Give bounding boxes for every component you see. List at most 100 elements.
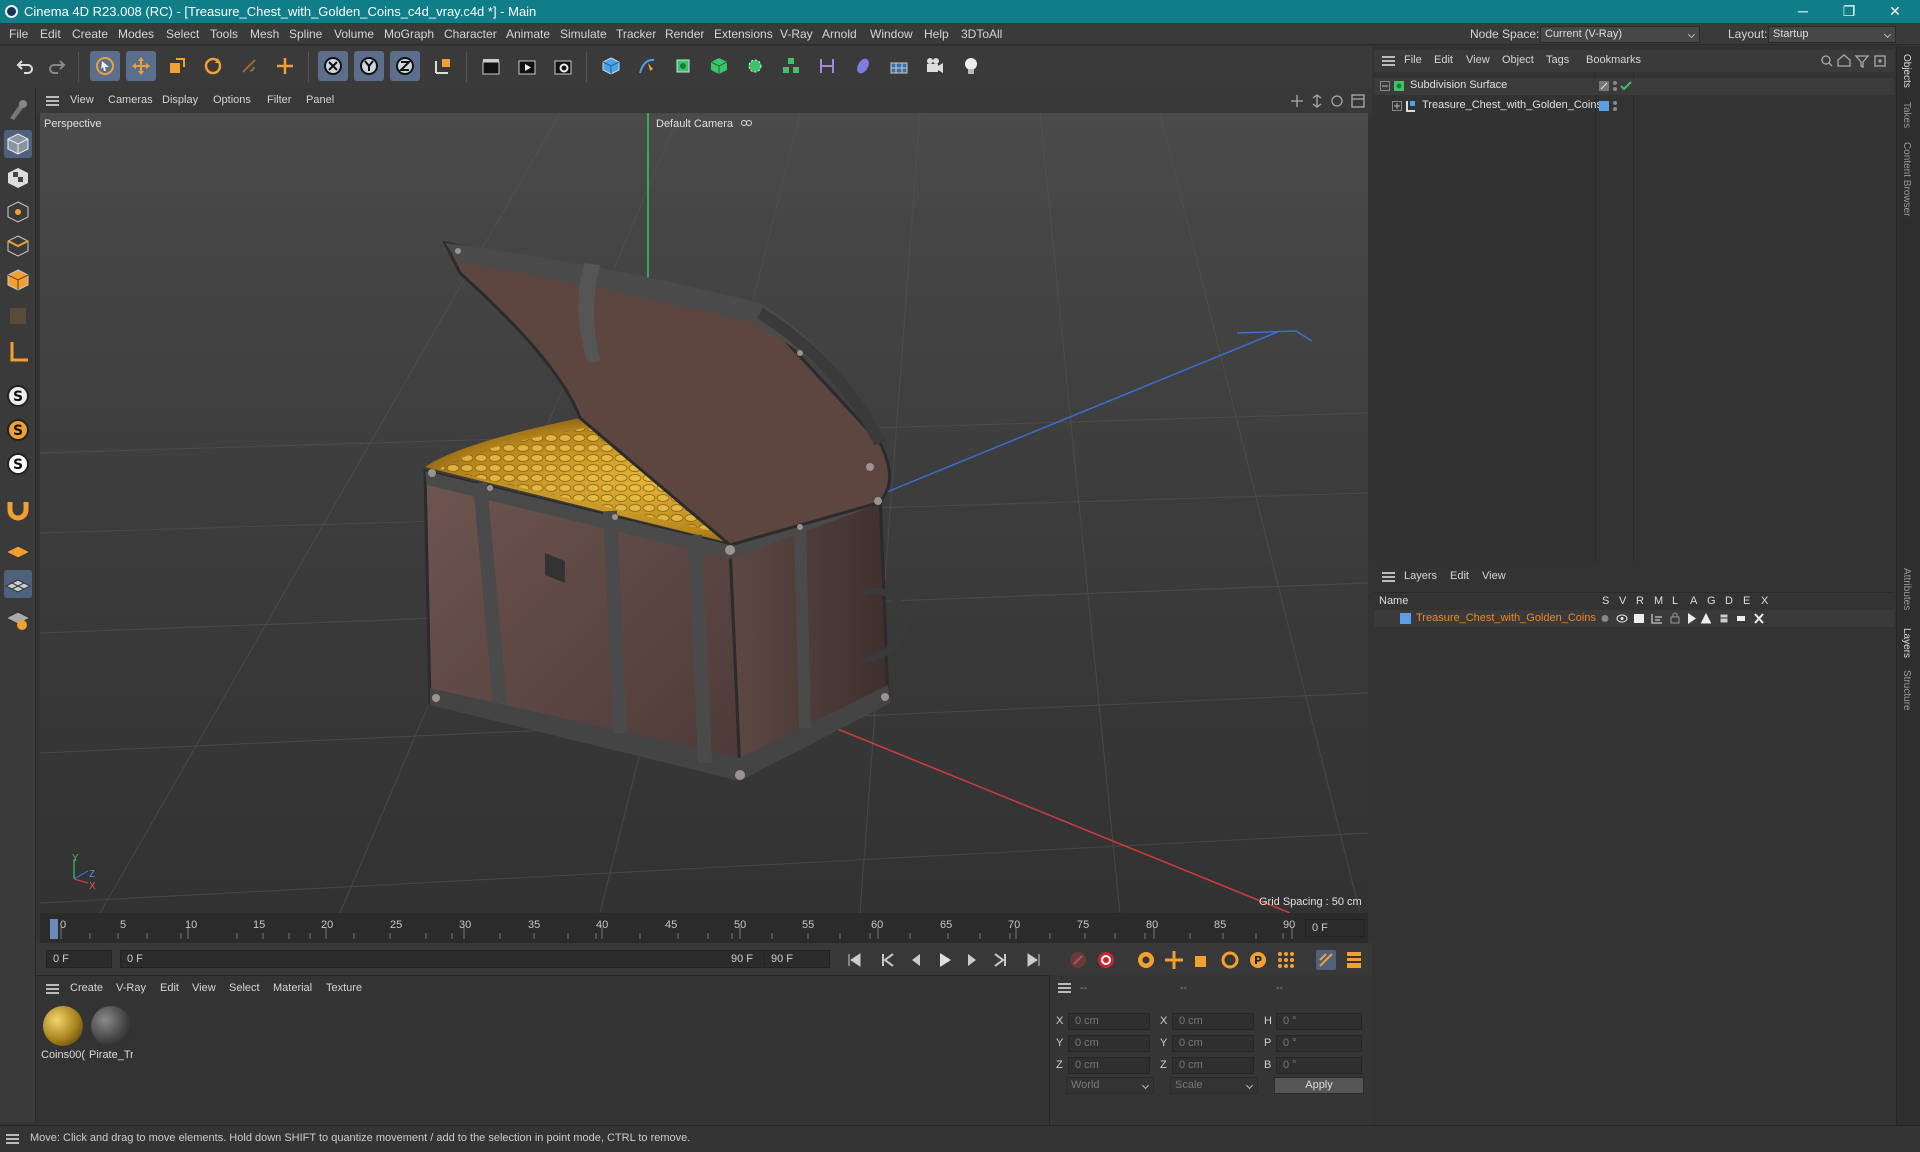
viewport-menu-panel[interactable]: Panel [306,94,334,106]
position-z-field[interactable]: 0 cm [1068,1057,1150,1074]
layers-menu-layers[interactable]: Layers [1404,570,1437,582]
points-mode-button[interactable] [4,198,32,226]
subdivision-surface-button[interactable] [668,51,698,81]
objects-menu-edit[interactable]: Edit [1434,54,1453,66]
menu-simulate[interactable]: Simulate [560,27,607,41]
material-menu-vray[interactable]: V-Ray [116,982,146,994]
render-view-button[interactable] [476,51,506,81]
previous-frame-button[interactable] [906,950,926,970]
coordinate-space-dropdown[interactable]: World [1066,1077,1154,1094]
viewport-menu-filter[interactable]: Filter [267,94,291,106]
tab-layers[interactable]: Layers [1901,628,1912,658]
menu-file[interactable]: File [9,27,28,41]
key-position-button[interactable] [1164,950,1184,970]
position-y-field[interactable]: 0 cm [1068,1035,1150,1052]
mograph-cloner-button[interactable] [740,51,770,81]
go-to-end-button[interactable] [1024,950,1044,970]
snap-settings-button[interactable]: S [4,416,32,444]
menu-mesh[interactable]: Mesh [250,27,279,41]
tab-objects[interactable]: Objects [1901,54,1912,88]
objects-hamburger-icon[interactable] [1382,56,1395,66]
next-key-button[interactable] [990,950,1010,970]
layer-row[interactable]: Treasure_Chest_with_Golden_Coins [1374,610,1894,627]
layers-hamburger-icon[interactable] [1382,572,1395,582]
material-menu-create[interactable]: Create [70,982,103,994]
viewport-menu-view[interactable]: View [70,94,94,106]
layer-color-swatch[interactable] [1400,613,1411,624]
objects-menu-tags[interactable]: Tags [1546,54,1569,66]
menu-volume[interactable]: Volume [334,27,374,41]
menu-extensions[interactable]: Extensions [714,27,773,41]
end-frame-field[interactable]: 90 F [764,950,830,968]
tab-attributes[interactable]: Attributes [1901,568,1912,610]
tab-content-browser[interactable]: Content Browser [1901,142,1912,216]
position-x-field[interactable]: 0 cm [1068,1013,1150,1030]
uv-mode-button[interactable] [4,302,32,330]
node-space-dropdown[interactable]: Current (V-Ray) [1540,26,1700,43]
objects-toolbar-icons[interactable] [1820,54,1890,68]
render-settings-button[interactable] [548,51,578,81]
menu-spline[interactable]: Spline [289,27,322,41]
layer-flag-visible[interactable]: V [1619,595,1626,607]
frame-range-slider[interactable]: 0 F 90 F [120,950,780,968]
material-menu-select[interactable]: Select [229,982,260,994]
layer-flag-animation[interactable]: A [1690,595,1697,607]
layer-flag-solo[interactable]: S [1602,595,1609,607]
go-to-start-button[interactable] [844,950,864,970]
camera-link-icon[interactable] [740,117,752,129]
keyframe-selection-button[interactable] [1136,950,1156,970]
brush-mode-button[interactable] [4,96,32,124]
apply-button[interactable]: Apply [1274,1077,1364,1094]
coordinate-system-button[interactable] [428,51,458,81]
start-frame-field[interactable]: 0 F [46,950,112,968]
layer-flag-generators[interactable]: G [1707,595,1716,607]
maximize-button[interactable]: ❐ [1826,0,1872,23]
tab-structure[interactable]: Structure [1901,670,1912,711]
close-button[interactable]: ✕ [1872,0,1918,23]
material-menu-material[interactable]: Material [273,982,312,994]
layer-flag-xref[interactable]: X [1761,595,1768,607]
cube-object-button[interactable] [596,51,626,81]
menu-3dtoall[interactable]: 3DToAll [961,27,1002,41]
objects-menu-view[interactable]: View [1466,54,1490,66]
menu-help[interactable]: Help [924,27,949,41]
layer-flag-manager[interactable]: M [1654,595,1663,607]
tab-takes[interactable]: Takes [1901,102,1912,128]
size-x-field[interactable]: 0 cm [1172,1013,1254,1030]
size-y-field[interactable]: 0 cm [1172,1035,1254,1052]
3d-viewport[interactable]: Perspective Default Camera Grid Spacing … [40,113,1368,913]
viewport-nav-icons[interactable] [1290,94,1370,108]
object-name[interactable]: Subdivision Surface [1410,79,1507,91]
undo-button[interactable] [10,51,40,81]
coordinate-mode-dropdown[interactable]: Scale [1170,1077,1258,1094]
layer-flag-expressions[interactable]: E [1743,595,1750,607]
recent-tools-button[interactable] [234,51,264,81]
object-name[interactable]: Treasure_Chest_with_Golden_Coins [1422,99,1602,111]
layers-menu-view[interactable]: View [1482,570,1506,582]
current-frame-marker[interactable] [50,919,58,939]
menu-vray[interactable]: V-Ray [780,27,813,41]
extrude-button[interactable] [704,51,734,81]
texture-mode-button[interactable] [4,164,32,192]
expand-minus-icon[interactable] [1380,81,1390,91]
autokey-button[interactable] [1096,950,1116,970]
visibility-dots-icon[interactable] [1612,79,1618,93]
object-row-subdivision[interactable]: Subdivision Surface [1374,78,1894,95]
rotation-b-field[interactable]: 0 ° [1276,1057,1362,1074]
menu-character[interactable]: Character [444,27,497,41]
move-tool-button[interactable] [126,51,156,81]
edit-tag-icon[interactable] [1598,80,1610,92]
layer-flag-render[interactable]: R [1636,595,1644,607]
material-menu-view[interactable]: View [192,982,216,994]
menu-select[interactable]: Select [166,27,199,41]
layer-flag-deformers[interactable]: D [1725,595,1733,607]
menu-animate[interactable]: Animate [506,27,550,41]
key-rotation-button[interactable] [1220,950,1240,970]
menu-mograph[interactable]: MoGraph [384,27,434,41]
viewport-menu-display[interactable]: Display [162,94,198,106]
layers-name-header[interactable]: Name [1379,595,1408,607]
objects-menu-bookmarks[interactable]: Bookmarks [1586,54,1641,66]
menu-create[interactable]: Create [72,27,108,41]
lock-z-button[interactable] [390,51,420,81]
object-row-chest[interactable]: Treasure_Chest_with_Golden_Coins [1374,98,1894,115]
